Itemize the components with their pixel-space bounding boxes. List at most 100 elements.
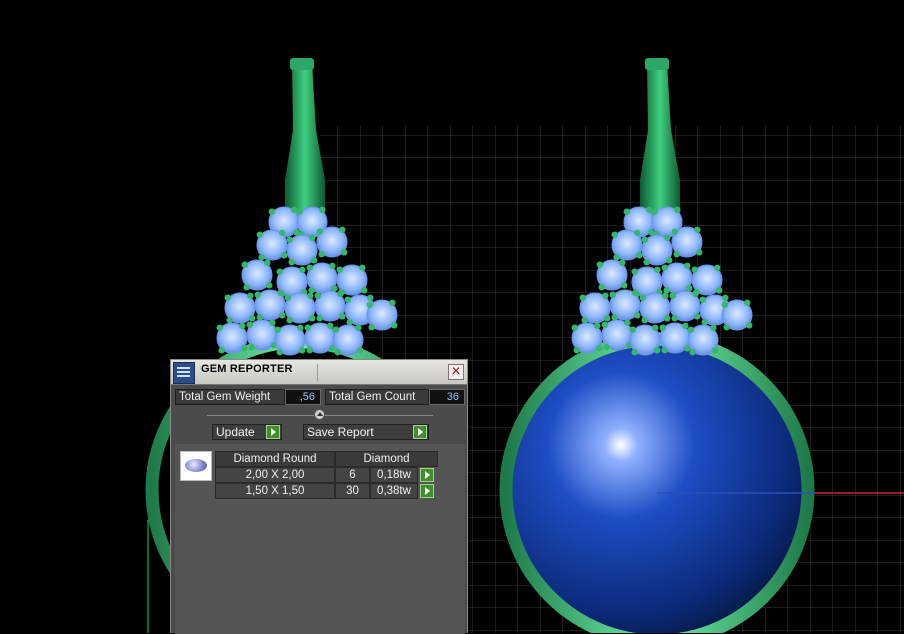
- prong-bead: [331, 285, 338, 292]
- diamond-round-thumbnail[interactable]: [180, 451, 212, 481]
- prong-bead: [268, 208, 275, 215]
- prong-bead: [264, 259, 271, 266]
- row-2-go-icon[interactable]: [420, 484, 434, 498]
- prong-bead: [596, 261, 603, 268]
- total-weight-value: ,56: [285, 389, 321, 405]
- splitter-handle[interactable]: [314, 409, 325, 420]
- prong-bead: [603, 344, 610, 351]
- prong-bead: [604, 315, 611, 322]
- prong-bead: [598, 284, 605, 291]
- prong-bead: [594, 322, 601, 329]
- prong-bead: [661, 347, 668, 354]
- prong-bead: [226, 317, 233, 324]
- row-2-weight: 0,38tw: [370, 483, 418, 499]
- prong-bead: [716, 287, 723, 294]
- prong-bead: [609, 291, 616, 298]
- prong-bead: [696, 249, 703, 256]
- prong-bead: [623, 208, 630, 215]
- update-button[interactable]: Update: [212, 424, 282, 440]
- prong-bead: [613, 254, 620, 261]
- prong-bead: [307, 292, 314, 299]
- prong-bead: [309, 234, 316, 241]
- prong-bead: [596, 345, 603, 352]
- title-divider: [317, 364, 318, 381]
- row-1-go-icon[interactable]: [420, 468, 434, 482]
- prong-bead: [691, 266, 698, 273]
- prong-bead: [694, 313, 701, 320]
- prong-bead: [247, 292, 254, 299]
- prong-bead: [256, 314, 263, 321]
- prong-bead: [286, 317, 293, 324]
- prong-bead: [643, 259, 650, 266]
- prong-bead: [573, 347, 580, 354]
- prong-bead: [293, 229, 300, 236]
- prong-bead: [579, 294, 586, 301]
- prong-bead: [299, 347, 306, 354]
- prong-bead: [246, 321, 253, 328]
- prong-bead: [291, 206, 298, 213]
- prong-bead: [258, 254, 265, 261]
- prong-bead: [631, 268, 638, 275]
- row-1-weight: 0,18tw: [370, 467, 418, 483]
- prong-bead: [334, 349, 341, 356]
- prong-bead: [636, 252, 643, 259]
- prong-bead: [332, 326, 339, 333]
- prong-bead: [344, 296, 351, 303]
- prong-bead: [671, 315, 678, 322]
- prong-bead: [341, 249, 348, 256]
- prong-bead: [634, 312, 641, 319]
- gem-reporter-icon: [173, 362, 195, 384]
- prong-bead: [357, 347, 364, 354]
- prong-bead: [224, 294, 231, 301]
- prong-bead: [239, 322, 246, 329]
- prong-bead: [631, 349, 638, 356]
- prong-bead: [682, 322, 689, 329]
- prong-bead: [646, 206, 653, 213]
- prong-bead: [316, 228, 323, 235]
- prong-bead: [355, 324, 362, 331]
- close-button[interactable]: ✕: [448, 364, 464, 380]
- prong-bead: [666, 257, 673, 264]
- prong-bead: [722, 294, 729, 301]
- prong-bead: [674, 206, 681, 213]
- gem-table-area: Diamond Round Diamond 2,00 X 2,00 6 0,18…: [175, 444, 465, 634]
- prong-bead: [659, 324, 666, 331]
- prong-bead: [611, 231, 618, 238]
- prong-bead: [329, 262, 336, 269]
- prong-bead: [249, 315, 256, 322]
- total-weight-label: Total Gem Weight: [175, 389, 285, 405]
- prong-bead: [714, 264, 721, 271]
- prong-bead: [266, 282, 273, 289]
- panel-title: GEM REPORTER: [201, 363, 293, 375]
- prong-bead: [634, 229, 641, 236]
- prong-bead: [309, 315, 316, 322]
- prong-bead: [361, 287, 368, 294]
- prong-bead: [669, 292, 676, 299]
- prong-bead: [279, 312, 286, 319]
- prong-bead: [673, 251, 680, 258]
- prong-bead: [624, 319, 631, 326]
- prong-bead: [664, 234, 671, 241]
- prong-bead: [629, 326, 636, 333]
- prong-bead: [632, 289, 639, 296]
- prong-bead: [661, 264, 668, 271]
- header-material: Diamond: [335, 451, 438, 467]
- prong-bead: [710, 324, 717, 331]
- prong-bead: [281, 252, 288, 259]
- save-report-go-icon[interactable]: [413, 425, 427, 439]
- prong-bead: [286, 236, 293, 243]
- prong-bead: [744, 299, 751, 306]
- total-count-label: Total Gem Count: [325, 389, 429, 405]
- prong-bead: [721, 301, 728, 308]
- prong-bead: [652, 324, 659, 331]
- row-1-count: 6: [335, 467, 370, 483]
- prong-bead: [269, 319, 276, 326]
- prong-bead: [306, 264, 313, 271]
- prong-bead: [296, 208, 303, 215]
- panel-titlebar[interactable]: GEM REPORTER ✕: [171, 360, 467, 385]
- save-report-label: Save Report: [307, 425, 374, 439]
- prong-bead: [662, 292, 669, 299]
- update-go-icon[interactable]: [266, 425, 280, 439]
- save-report-button[interactable]: Save Report: [303, 424, 429, 440]
- prong-bead: [297, 324, 304, 331]
